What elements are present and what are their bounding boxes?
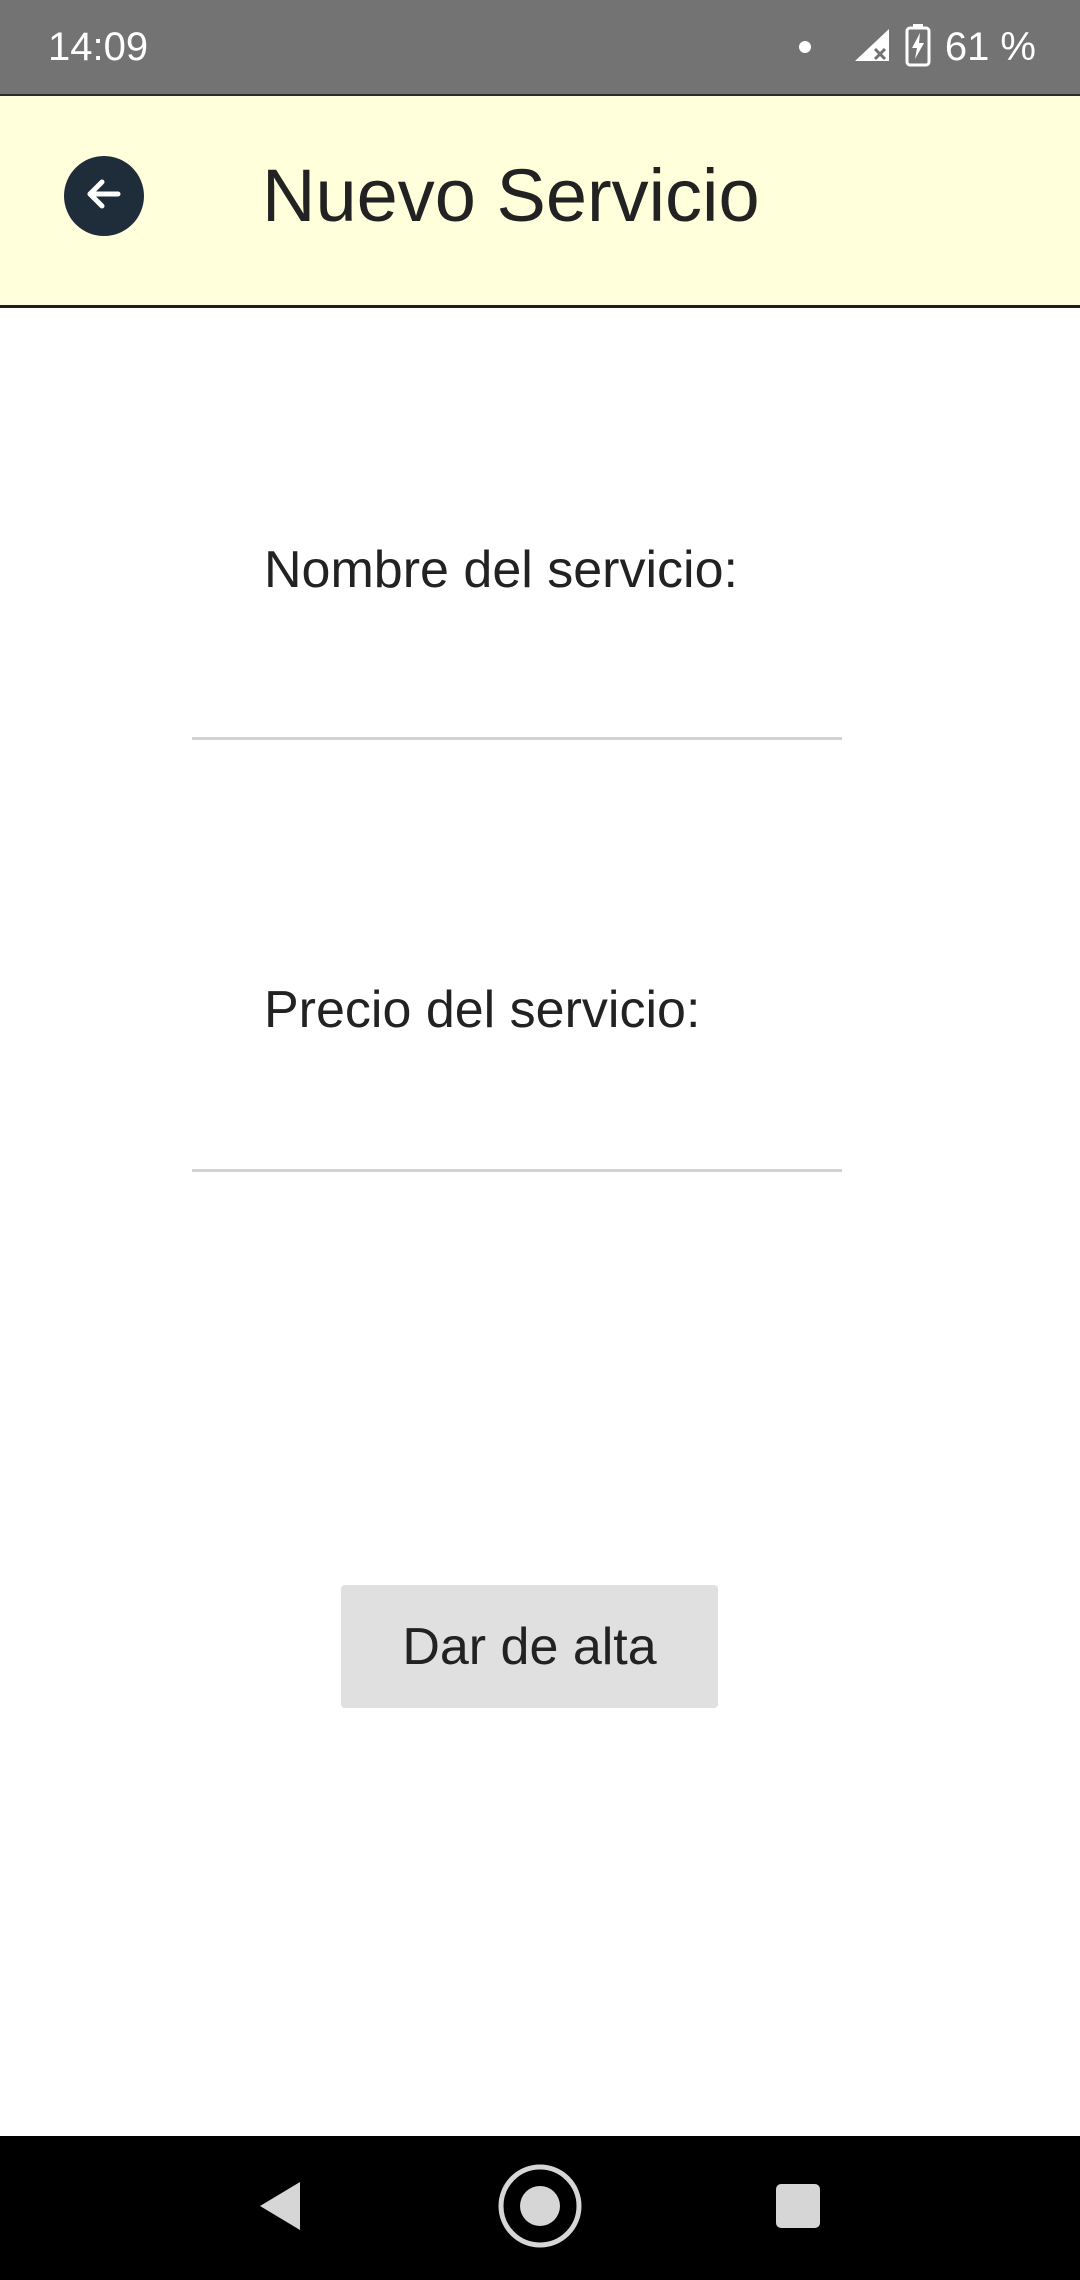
signal-no-service-icon [851,25,891,70]
battery-percentage: 61 % [944,25,1036,69]
notification-dot-icon [798,41,811,53]
navigation-bar [0,2136,1080,2280]
battery-charging-icon [905,23,931,72]
page-title: Nuevo Servicio [262,154,760,237]
status-time: 14:09 [48,25,149,69]
service-price-input[interactable] [192,1082,842,1172]
recents-square-icon [774,2182,822,2235]
nav-recents-button[interactable] [738,2136,858,2280]
back-button[interactable] [64,156,144,236]
nav-home-button[interactable] [480,2136,600,2280]
nav-back-button[interactable] [220,2136,340,2280]
arrow-left-icon [80,170,128,223]
app-bar: Nuevo Servicio [0,94,1080,308]
status-bar: 14:09 61 % [0,0,1080,94]
service-price-label: Precio del servicio: [264,981,701,1039]
service-name-input[interactable] [192,650,842,740]
back-triangle-icon [256,2180,304,2237]
service-name-label: Nombre del servicio: [264,541,738,599]
register-button[interactable]: Dar de alta [341,1585,718,1708]
status-icons: 61 % [798,0,1036,94]
home-circle-icon [497,2163,583,2254]
